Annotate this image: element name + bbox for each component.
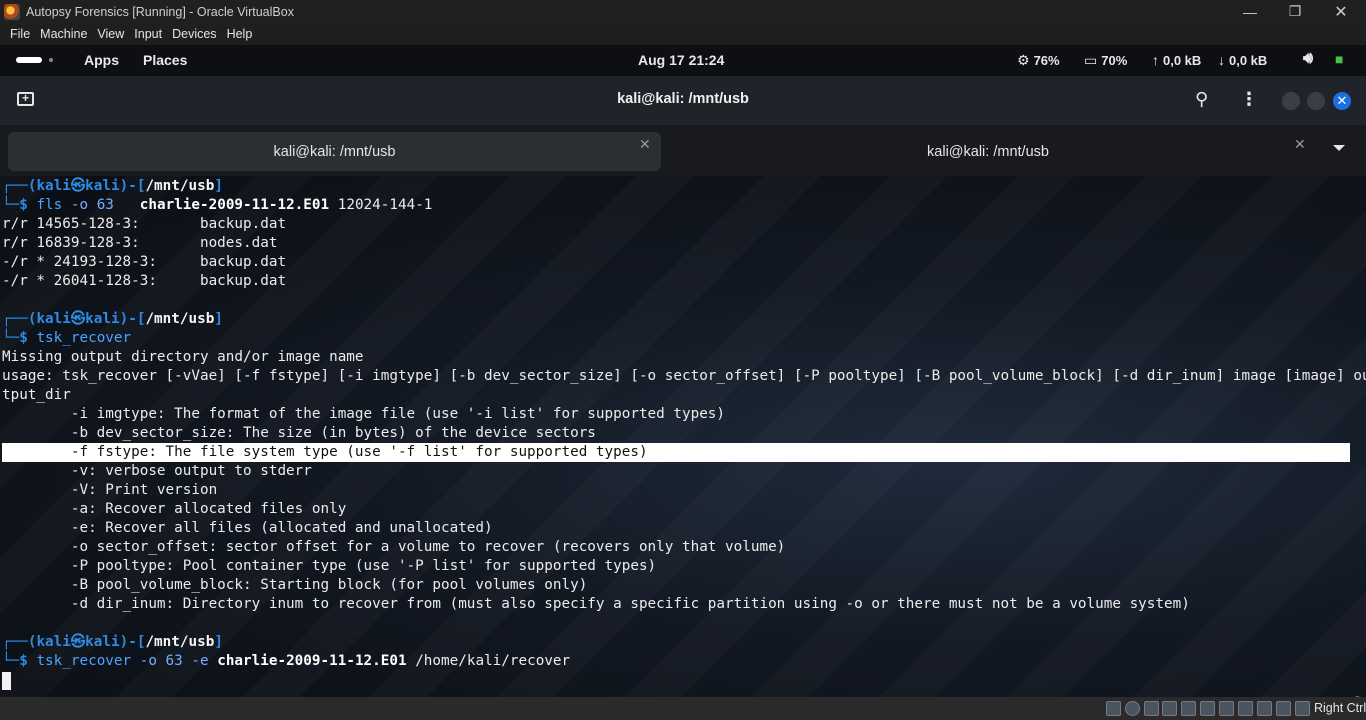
virtualbox-menubar: File Machine View Input Devices Help — [0, 23, 1366, 45]
search-icon[interactable]: ⚲ — [1195, 89, 1208, 110]
output-line: -V: Print version — [2, 482, 218, 498]
output-line: tput_dir — [2, 387, 71, 403]
selected-output-line[interactable]: -f fstype: The file system type (use '-f… — [2, 443, 1350, 462]
download-value: 0,0 kB — [1229, 52, 1268, 68]
output-line: r/r 16839-128-3: nodes.dat — [2, 235, 278, 251]
download-indicator: ↓ 0,0 kB — [1218, 52, 1267, 68]
minimize-window-button[interactable] — [1282, 92, 1300, 110]
output-line: -B pool_volume_block: Starting block (fo… — [2, 577, 588, 593]
memory-value: 70% — [1101, 53, 1128, 68]
tab-2-label: kali@kali: /mnt/usb — [927, 143, 1049, 160]
close-window-button[interactable]: ✕ — [1333, 92, 1351, 110]
terminal-title: kali@kali: /mnt/usb — [617, 91, 749, 107]
download-arrow-icon: ↓ — [1218, 52, 1225, 68]
maximize-window-button[interactable] — [1307, 92, 1325, 110]
output-line: usage: tsk_recover [-vVae] [-f fstype] [… — [2, 368, 1366, 384]
volume-icon[interactable]: 🔊︎ — [1303, 50, 1313, 68]
output-line: -v: verbose output to stderr — [2, 463, 312, 479]
output-line: Missing output directory and/or image na… — [2, 349, 364, 365]
tab-1-close-icon[interactable]: ✕ — [639, 136, 651, 153]
workspace-indicator-active[interactable] — [16, 57, 42, 63]
close-icon[interactable]: ✕ — [1318, 0, 1364, 23]
host-key-label: Right Ctrl — [1314, 701, 1366, 715]
text-cursor — [2, 672, 11, 690]
mouse-integration-icon[interactable] — [1276, 701, 1291, 716]
display-icon[interactable] — [1219, 701, 1234, 716]
cpu-value: 76% — [1033, 53, 1060, 68]
menu-help[interactable]: Help — [224, 27, 260, 41]
cpu-activity-icon[interactable] — [1257, 701, 1272, 716]
tabs-dropdown-icon[interactable] — [1333, 145, 1345, 151]
output-line: -o sector_offset: sector offset for a vo… — [2, 539, 786, 555]
recording-icon[interactable] — [1238, 701, 1253, 716]
output-line: r/r 14565-128-3: backup.dat — [2, 216, 287, 232]
memory-icon: ▭ — [1084, 52, 1098, 68]
virtualbox-statusbar: Right Ctrl — [0, 697, 1366, 720]
virtualbox-titlebar: Autopsy Forensics [Running] - Oracle Vir… — [0, 0, 1366, 23]
output-line: -e: Recover all files (allocated and una… — [2, 520, 493, 536]
menu-view[interactable]: View — [94, 27, 131, 41]
optical-drive-icon[interactable] — [1125, 701, 1140, 716]
upload-value: 0,0 kB — [1163, 52, 1202, 68]
virtualbox-app-icon — [4, 3, 20, 20]
output-line: -/r * 24193-128-3: backup.dat — [2, 254, 287, 270]
prompt-line: ┌──(kali㉿kali)-[/mnt/usb] — [2, 311, 223, 327]
minimize-icon[interactable]: — — [1227, 0, 1273, 23]
cpu-indicator: ⚙ 76% — [1017, 52, 1060, 69]
workspace-indicator[interactable] — [49, 58, 53, 62]
window-title: Autopsy Forensics [Running] - Oracle Vir… — [26, 4, 294, 19]
output-line: -d dir_inum: Directory inum to recover f… — [2, 596, 1190, 612]
command-line: └─$ tsk_recover -o 63 -e charlie-2009-11… — [2, 653, 571, 669]
lock-icon[interactable]: ■ — [1335, 51, 1343, 67]
places-menu[interactable]: Places — [143, 52, 187, 68]
network-icon[interactable] — [1162, 701, 1177, 716]
keyboard-capture-icon[interactable] — [1295, 701, 1310, 716]
prompt-line: ┌──(kali㉿kali)-[/mnt/usb] — [2, 634, 223, 650]
usb-icon[interactable] — [1181, 701, 1196, 716]
harddisk-icon[interactable] — [1106, 701, 1121, 716]
upload-indicator: ↑ 0,0 kB — [1152, 52, 1201, 68]
prompt-line: ┌──(kali㉿kali)-[/mnt/usb] — [2, 178, 223, 194]
gnome-top-bar: Apps Places Aug 17 21:24 ⚙ 76% ▭ 70% ↑ 0… — [0, 45, 1366, 76]
cpu-icon: ⚙ — [1017, 52, 1030, 68]
terminal-headerbar: + kali@kali: /mnt/usb ⚲ ⋮ ✕ — [0, 76, 1366, 125]
restore-icon[interactable]: ❐ — [1272, 0, 1318, 23]
tab-1[interactable]: kali@kali: /mnt/usb — [8, 132, 661, 171]
terminal-output[interactable]: ┌──(kali㉿kali)-[/mnt/usb] └─$ fls -o 63 … — [0, 176, 1366, 697]
output-line: -P pooltype: Pool container type (use '-… — [2, 558, 657, 574]
apps-menu[interactable]: Apps — [84, 52, 119, 68]
menu-machine[interactable]: Machine — [37, 27, 94, 41]
upload-arrow-icon: ↑ — [1152, 52, 1159, 68]
menu-file[interactable]: File — [0, 27, 37, 41]
memory-indicator: ▭ 70% — [1084, 52, 1127, 69]
output-line: -/r * 26041-128-3: backup.dat — [2, 273, 287, 289]
command-line: └─$ fls -o 63 charlie-2009-11-12.E01 120… — [2, 197, 433, 213]
output-line: -b dev_sector_size: The size (in bytes) … — [2, 425, 596, 441]
menu-input[interactable]: Input — [131, 27, 169, 41]
output-line: -a: Recover allocated files only — [2, 501, 347, 517]
tab-2[interactable]: kali@kali: /mnt/usb — [661, 132, 1315, 171]
guest-display[interactable]: Apps Places Aug 17 21:24 ⚙ 76% ▭ 70% ↑ 0… — [0, 45, 1366, 697]
shared-folders-icon[interactable] — [1200, 701, 1215, 716]
menu-devices[interactable]: Devices — [169, 27, 223, 41]
command-line: └─$ tsk_recover — [2, 330, 132, 346]
tab-1-label: kali@kali: /mnt/usb — [273, 143, 396, 160]
output-line: -i imgtype: The format of the image file… — [2, 406, 726, 422]
clock[interactable]: Aug 17 21:24 — [638, 52, 724, 68]
tab-2-close-icon[interactable]: ✕ — [1294, 136, 1306, 153]
menu-kebab-icon[interactable]: ⋮ — [1240, 89, 1258, 110]
terminal-tabbar: kali@kali: /mnt/usb ✕ kali@kali: /mnt/us… — [0, 125, 1366, 176]
audio-icon[interactable] — [1144, 701, 1159, 716]
